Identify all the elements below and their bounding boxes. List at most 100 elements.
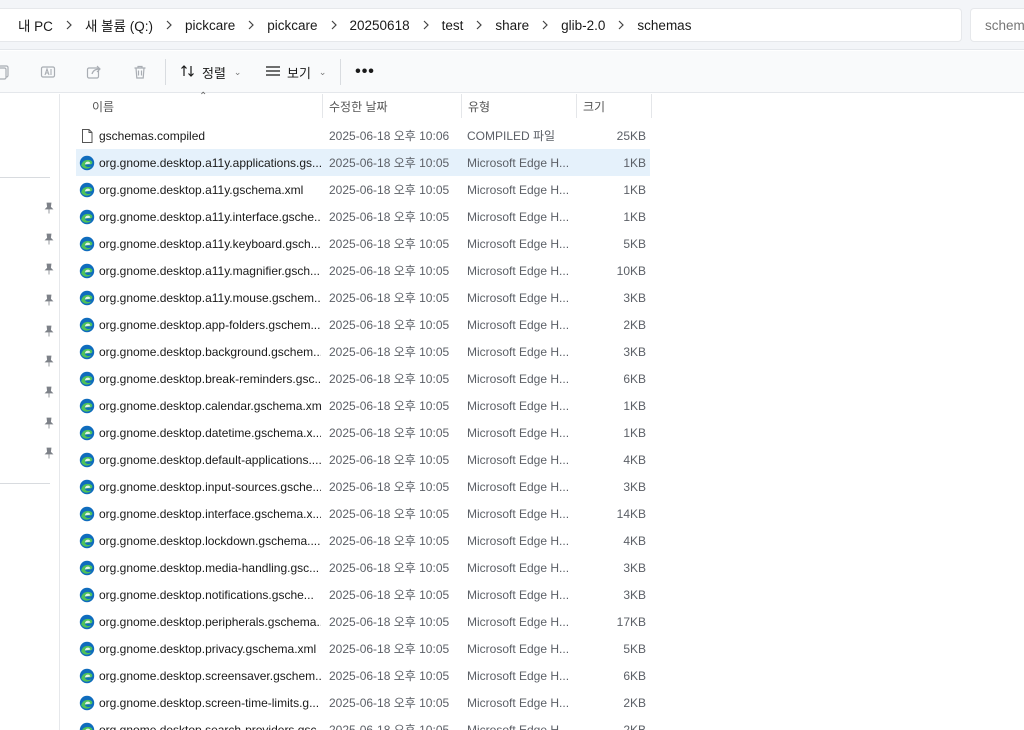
file-size: 6KB — [623, 371, 646, 386]
edge-icon — [79, 695, 95, 711]
edge-icon — [79, 317, 95, 333]
edge-icon — [79, 668, 95, 684]
search-input-text: schem — [985, 17, 1024, 33]
navigation-pane — [0, 94, 60, 730]
column-divider[interactable] — [651, 94, 652, 118]
edge-icon — [79, 236, 95, 252]
chevron-right-icon[interactable] — [537, 20, 553, 30]
file-row[interactable]: org.gnome.desktop.media-handling.gsc... 2… — [76, 554, 650, 581]
pin-icon[interactable] — [44, 233, 54, 245]
file-row[interactable]: org.gnome.desktop.a11y.magnifier.gsch...… — [76, 257, 650, 284]
breadcrumb-item-volume[interactable]: 새 볼륨 (Q:) — [77, 15, 161, 35]
share-icon[interactable] — [85, 63, 103, 81]
file-modified-date: 2025-06-18 오후 10:05 — [329, 345, 450, 359]
file-modified-date: 2025-06-18 오후 10:06 — [329, 129, 450, 143]
chevron-right-icon[interactable] — [61, 20, 77, 30]
file-type: Microsoft Edge H... — [467, 209, 570, 224]
file-row[interactable]: org.gnome.desktop.a11y.keyboard.gsch... 2… — [76, 230, 650, 257]
file-row[interactable]: org.gnome.desktop.search-providers.gsc..… — [76, 716, 650, 730]
file-size: 17KB — [616, 614, 646, 629]
file-row[interactable]: gschemas.compiled 2025-06-18 오후 10:06 COMP… — [76, 122, 650, 149]
file-size: 2KB — [623, 722, 646, 730]
column-header-date[interactable]: 수정한 날짜 — [329, 94, 461, 118]
chevron-right-icon[interactable] — [326, 20, 342, 30]
pin-icon[interactable] — [44, 447, 54, 459]
column-divider[interactable] — [461, 94, 462, 118]
view-button[interactable]: 보기 ⌄ — [265, 59, 326, 85]
file-list: gschemas.compiled 2025-06-18 오후 10:06 COMP… — [76, 122, 650, 730]
copy-icon[interactable] — [0, 63, 12, 81]
file-row[interactable]: org.gnome.desktop.notifications.gsche...… — [76, 581, 650, 608]
breadcrumb-item-this-pc[interactable]: 내 PC — [10, 15, 61, 35]
pin-icon[interactable] — [44, 294, 54, 306]
search-input[interactable]: schem — [970, 8, 1024, 42]
breadcrumb-item-date-folder[interactable]: 20250618 — [342, 18, 418, 33]
chevron-right-icon[interactable] — [161, 20, 177, 30]
file-modified-date: 2025-06-18 오후 10:05 — [329, 561, 450, 575]
file-size: 1KB — [623, 155, 646, 170]
chevron-right-icon[interactable] — [418, 20, 434, 30]
file-name: org.gnome.desktop.interface.gschema.x... — [99, 506, 321, 521]
file-name: org.gnome.desktop.break-reminders.gsc... — [99, 371, 321, 386]
pin-icon[interactable] — [44, 417, 54, 429]
file-row[interactable]: org.gnome.desktop.a11y.applications.gs..… — [76, 149, 650, 176]
edge-icon — [79, 425, 95, 441]
column-header-size[interactable]: 크기 — [583, 94, 651, 118]
edge-icon — [79, 209, 95, 225]
edge-icon — [79, 641, 95, 657]
sort-button[interactable]: 정렬 ⌄ — [180, 59, 241, 85]
breadcrumb-item-test[interactable]: test — [434, 18, 472, 33]
breadcrumb-item-share[interactable]: share — [487, 18, 537, 33]
breadcrumb-item-pickcare[interactable]: pickcare — [177, 18, 243, 33]
file-row[interactable]: org.gnome.desktop.datetime.gschema.x... 2… — [76, 419, 650, 446]
delete-icon[interactable] — [131, 63, 149, 81]
chevron-right-icon[interactable] — [613, 20, 629, 30]
file-size: 5KB — [623, 236, 646, 251]
file-row[interactable]: org.gnome.desktop.privacy.gschema.xml 202… — [76, 635, 650, 662]
file-row[interactable]: org.gnome.desktop.input-sources.gsche...… — [76, 473, 650, 500]
rename-icon[interactable] — [39, 63, 57, 81]
breadcrumb-item-glib[interactable]: glib-2.0 — [553, 18, 613, 33]
file-row[interactable]: org.gnome.desktop.peripherals.gschema...… — [76, 608, 650, 635]
file-modified-date: 2025-06-18 오후 10:05 — [329, 642, 450, 656]
edge-icon — [79, 587, 95, 603]
pin-icon[interactable] — [44, 263, 54, 275]
file-type: Microsoft Edge H... — [467, 695, 570, 710]
file-row[interactable]: org.gnome.desktop.a11y.gschema.xml 2025-0… — [76, 176, 650, 203]
file-name: org.gnome.desktop.app-folders.gschem... — [99, 317, 321, 332]
sidebar-divider — [0, 177, 50, 178]
file-type: Microsoft Edge H... — [467, 155, 570, 170]
file-row[interactable]: org.gnome.desktop.a11y.mouse.gschem... 20… — [76, 284, 650, 311]
breadcrumb-item-schemas[interactable]: schemas — [629, 18, 699, 33]
file-row[interactable]: org.gnome.desktop.app-folders.gschem... 2… — [76, 311, 650, 338]
column-header-name[interactable]: 이름 — [92, 94, 322, 118]
breadcrumb-item-pickcare-inner[interactable]: pickcare — [259, 18, 325, 33]
column-divider[interactable] — [576, 94, 577, 118]
file-row[interactable]: org.gnome.desktop.a11y.interface.gsche..… — [76, 203, 650, 230]
edge-icon — [79, 560, 95, 576]
file-row[interactable]: org.gnome.desktop.calendar.gschema.xml 20… — [76, 392, 650, 419]
file-row[interactable]: org.gnome.desktop.lockdown.gschema.... 20… — [76, 527, 650, 554]
chevron-right-icon[interactable] — [243, 20, 259, 30]
file-row[interactable]: org.gnome.desktop.default-applications..… — [76, 446, 650, 473]
file-row[interactable]: org.gnome.desktop.break-reminders.gsc...… — [76, 365, 650, 392]
more-options-button[interactable]: ••• — [352, 59, 378, 85]
file-type: Microsoft Edge H... — [467, 452, 570, 467]
file-row[interactable]: org.gnome.desktop.background.gschem... 20… — [76, 338, 650, 365]
file-name: org.gnome.desktop.search-providers.gsc..… — [99, 722, 321, 730]
view-icon — [265, 65, 281, 80]
breadcrumb[interactable]: 내 PC 새 볼륨 (Q:) pickcare pickcare 2025061… — [0, 8, 962, 42]
column-header-type[interactable]: 유형 — [468, 94, 576, 118]
chevron-right-icon[interactable] — [471, 20, 487, 30]
file-size: 3KB — [623, 587, 646, 602]
file-row[interactable]: org.gnome.desktop.screen-time-limits.g..… — [76, 689, 650, 716]
pin-icon[interactable] — [44, 355, 54, 367]
pin-icon[interactable] — [44, 386, 54, 398]
pin-icon[interactable] — [44, 202, 54, 214]
file-row[interactable]: org.gnome.desktop.interface.gschema.x...… — [76, 500, 650, 527]
file-name: org.gnome.desktop.privacy.gschema.xml — [99, 641, 317, 656]
pin-icon[interactable] — [44, 325, 54, 337]
column-divider[interactable] — [322, 94, 323, 118]
file-row[interactable]: org.gnome.desktop.screensaver.gschem... 2… — [76, 662, 650, 689]
file-modified-date: 2025-06-18 오후 10:05 — [329, 696, 450, 710]
